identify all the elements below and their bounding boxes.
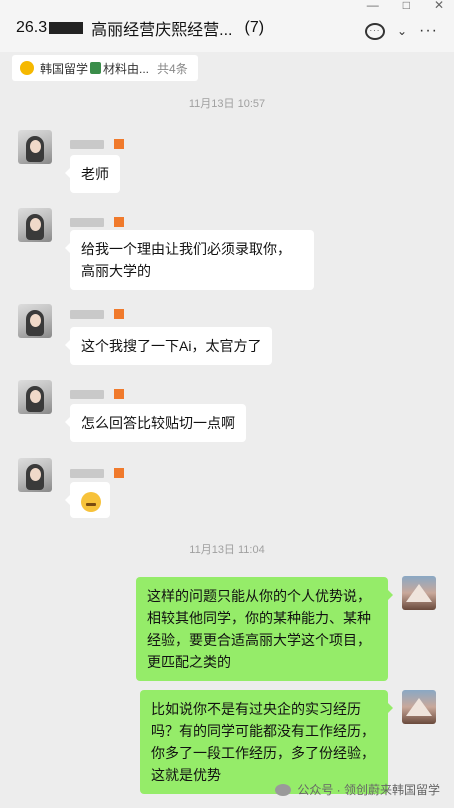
timestamp: 11月13日 11:04 (189, 544, 265, 556)
avatar[interactable] (18, 380, 52, 414)
message-bubble[interactable]: 怎么回答比较贴切一点啊 (65, 404, 246, 442)
watermark-text: 公众号 · 领创蔚来韩国留学 (297, 783, 440, 797)
avatar[interactable] (18, 130, 52, 164)
sender-name-redacted (70, 139, 124, 149)
chat-header: — □ ✕ 26.3 高丽经营庆熙经营... (7) ··· ⌄ ··· (0, 0, 454, 52)
timestamp: 11月13日 10:57 (188, 98, 266, 110)
avatar[interactable] (18, 458, 52, 492)
sender-name-redacted (70, 309, 124, 319)
title-prefix: 26.3 (16, 19, 48, 36)
wechat-icon (275, 783, 292, 796)
message-bubble[interactable]: 老师 (65, 155, 120, 193)
pinned-label-b: 材料由... (103, 61, 150, 76)
sender-name-redacted (70, 468, 124, 478)
chat-title[interactable]: 26.3 高丽经营庆熙经营... (7) (16, 16, 264, 40)
pinned-label-a: 韩国留学 (40, 61, 89, 76)
watermark: 公众号 · 领创蔚来韩国留学 (275, 781, 440, 798)
sun-icon (20, 61, 34, 75)
pinned-total: 共4条 (157, 61, 188, 76)
avatar[interactable] (18, 208, 52, 242)
chat-bubble-icon[interactable]: ··· (364, 22, 385, 40)
message-bubble[interactable]: 比如说你不是有过央企的实习经历吗？有的同学可能都没有工作经历，你多了一段工作经历… (140, 690, 393, 794)
header-actions: ··· ⌄ ··· (364, 22, 438, 40)
grimace-emoji-icon (81, 492, 101, 513)
sender-name-redacted (70, 389, 124, 399)
message-bubble[interactable]: 给我一个理由让我们必须录取你，高丽大学的 (65, 230, 314, 290)
chevron-down-icon[interactable]: ⌄ (397, 24, 407, 38)
close-button[interactable]: ✕ (434, 0, 444, 12)
sender-name-redacted (70, 217, 124, 227)
message-bubble[interactable] (65, 482, 110, 518)
redacted-block (49, 22, 84, 34)
more-options-icon[interactable]: ··· (419, 22, 438, 40)
minimize-button[interactable]: — (367, 0, 379, 12)
member-count: (7) (244, 19, 265, 36)
window-controls: — □ ✕ (367, 0, 444, 12)
title-main: 高丽经营庆熙经营... (91, 22, 233, 39)
pinned-messages-bar[interactable]: 韩国留学 材料由... 共4条 (12, 55, 198, 81)
message-bubble[interactable]: 这个我搜了一下Ai，太官方了 (64, 327, 273, 365)
book-icon (90, 62, 102, 74)
avatar[interactable] (402, 576, 436, 610)
message-bubble[interactable]: 这样的问题只能从你的个人优势说，相较其他同学，你的某种能力、某种经验，要更合适高… (136, 577, 393, 681)
avatar[interactable] (402, 690, 436, 724)
avatar[interactable] (18, 304, 52, 338)
maximize-button[interactable]: □ (403, 0, 410, 12)
